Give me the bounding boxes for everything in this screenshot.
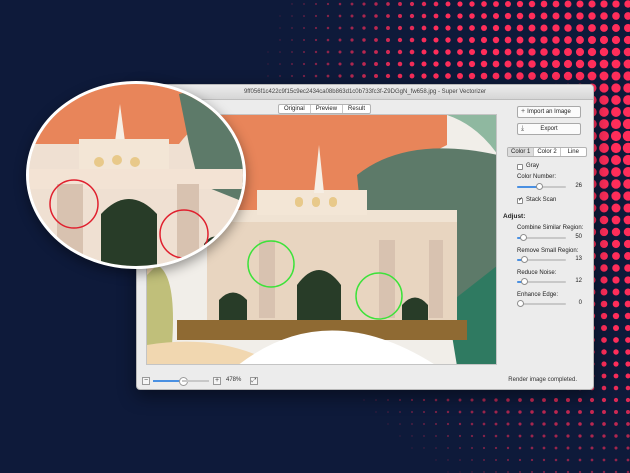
bottom-bar: − + 478% ⤢ Render image completed. (137, 371, 593, 389)
settings-panel: + Import an Image ⤓ Export Color 1 Color… (503, 100, 593, 371)
color-number-label: Color Number: (517, 174, 557, 180)
adjust-heading: Adjust: (503, 213, 526, 220)
zoom-out-button[interactable]: − (142, 377, 150, 385)
zoom-magnifier (26, 81, 246, 269)
enhance-edge-slider[interactable] (517, 300, 566, 307)
export-button[interactable]: ⤓ Export (517, 123, 581, 135)
reduce-noise-slider[interactable] (517, 278, 566, 285)
combine-region-value: 50 (575, 234, 582, 240)
gray-checkbox[interactable] (517, 164, 523, 170)
tab-result[interactable]: Result (343, 105, 370, 113)
status-message: Render image completed. (508, 377, 577, 383)
tab-preview[interactable]: Preview (311, 105, 344, 113)
tab-color-1[interactable]: Color 1 (508, 148, 535, 156)
remove-region-value: 13 (575, 256, 582, 262)
color-mode-tabs: Color 1 Color 2 Line (507, 147, 587, 157)
fit-to-window-icon[interactable]: ⤢ (250, 377, 258, 385)
color-number-value: 26 (575, 183, 582, 189)
gray-label: Gray (526, 163, 540, 169)
combine-region-label: Combine Similar Region: (517, 225, 584, 231)
remove-region-slider[interactable] (517, 256, 566, 263)
window-title: 9ff056f1c422c9f15c9ec2434ca08b863d1c0b73… (243, 89, 487, 95)
export-label: Export (540, 126, 558, 132)
combine-region-slider[interactable] (517, 234, 566, 241)
tab-line[interactable]: Line (561, 148, 586, 156)
zoom-slider-track (182, 380, 209, 382)
zoom-in-button[interactable]: + (213, 377, 221, 385)
import-label: Import an Image (527, 109, 571, 115)
remove-region-label: Remove Small Region: (517, 248, 579, 254)
enhance-edge-value: 0 (578, 300, 582, 306)
color-number-slider[interactable] (517, 183, 566, 190)
export-icon: ⤓ (521, 125, 525, 132)
tab-original[interactable]: Original (279, 105, 311, 113)
reduce-noise-label: Reduce Noise: (517, 270, 557, 276)
plus-icon: + (521, 108, 526, 115)
zoom-level: 478% (226, 377, 242, 383)
import-image-button[interactable]: + Import an Image (517, 106, 581, 118)
tab-color-2[interactable]: Color 2 (534, 148, 561, 156)
view-mode-tabs: Original Preview Result (278, 104, 372, 114)
enhance-edge-label: Enhance Edge: (517, 292, 559, 298)
stack-scan-checkbox[interactable] (517, 196, 523, 204)
stack-scan-label: Stack Scan (526, 197, 557, 203)
reduce-noise-value: 12 (575, 278, 582, 284)
title-bar: 9ff056f1c422c9f15c9ec2434ca08b863d1c0b73… (137, 85, 593, 100)
